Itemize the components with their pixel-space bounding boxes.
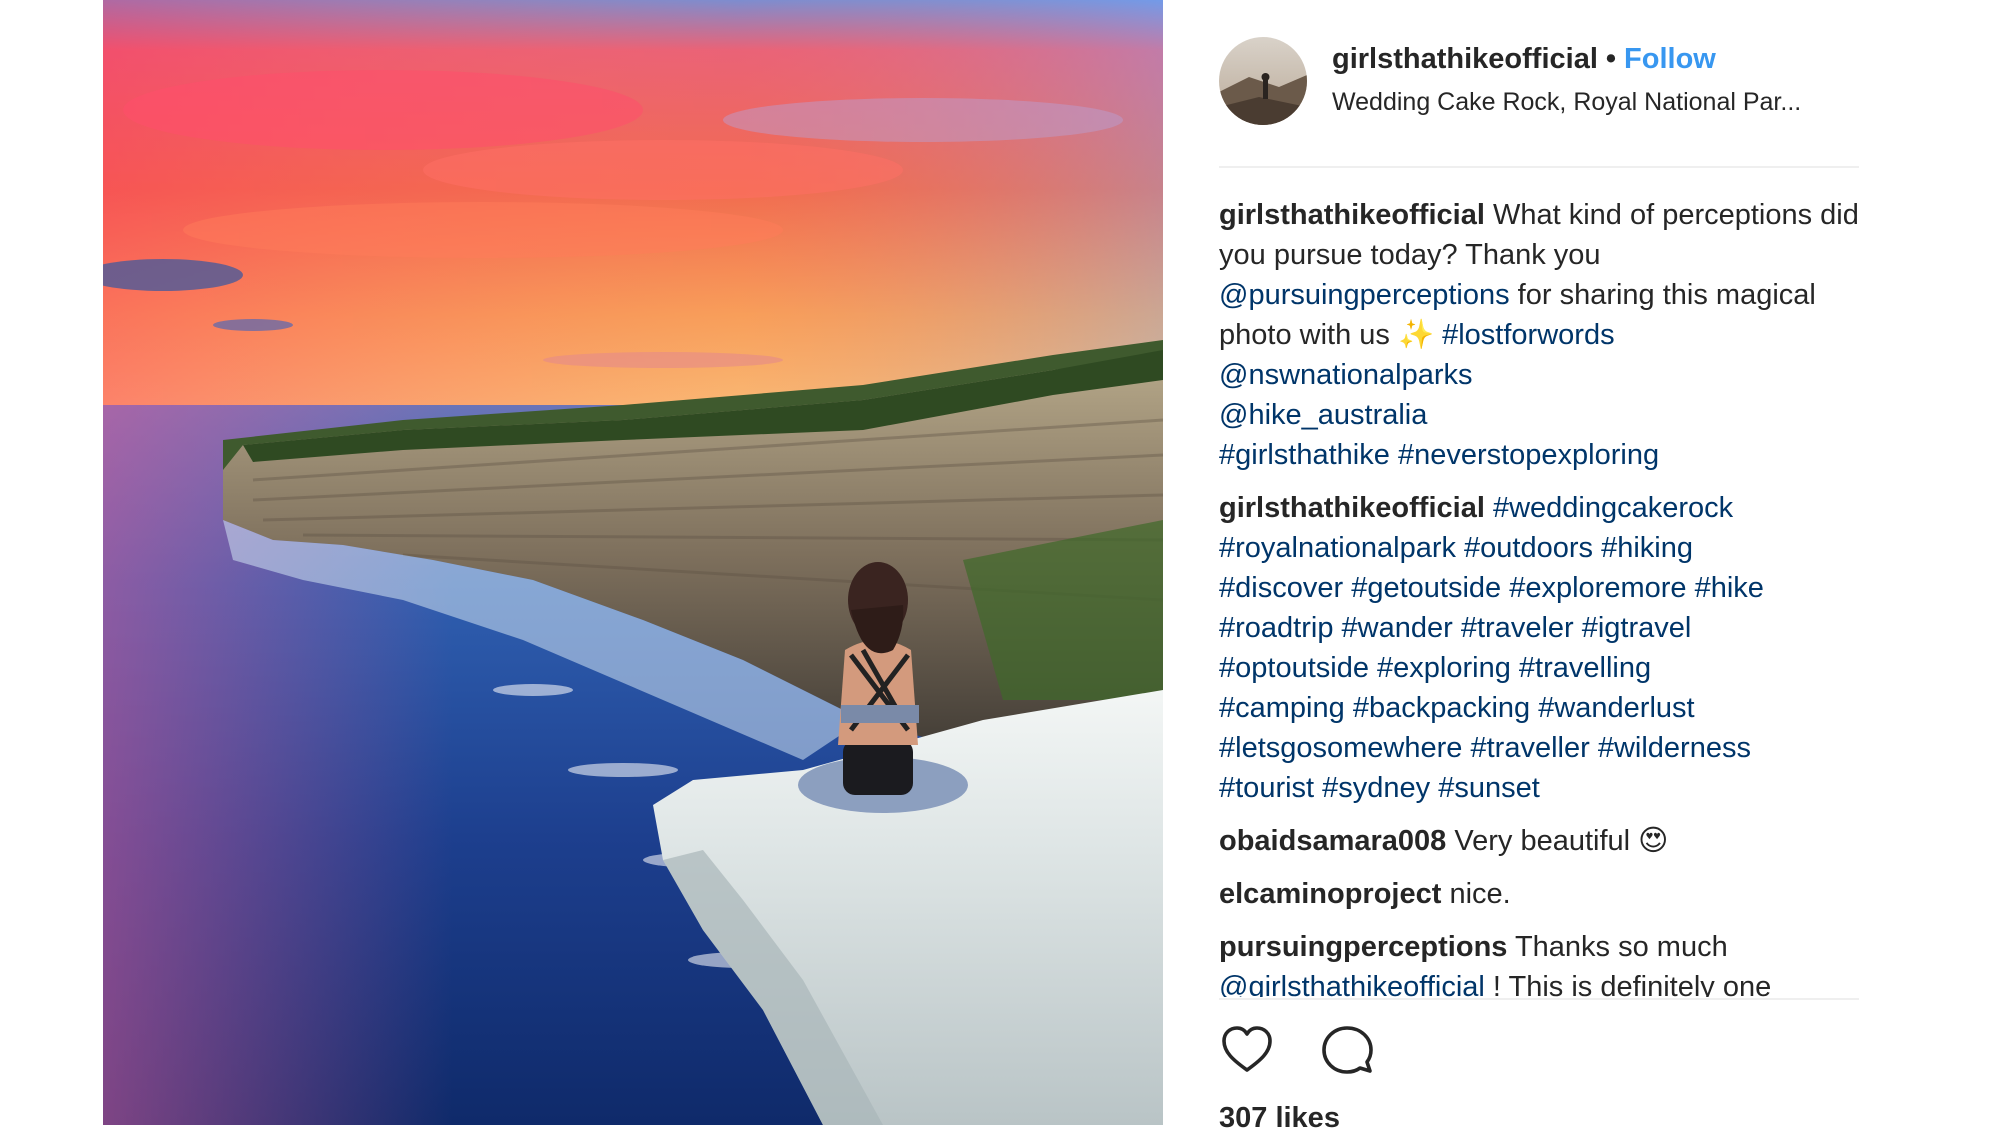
divider: [1219, 166, 1859, 168]
comment-text: [1530, 692, 1538, 724]
mention-link[interactable]: @nswnationalparks: [1219, 359, 1473, 391]
comment-text: [1687, 572, 1695, 604]
hashtag-link[interactable]: #hiking: [1601, 532, 1693, 564]
hashtag-link[interactable]: #letsgosomewhere: [1219, 732, 1462, 764]
comment-author-link[interactable]: girlsthathikeofficial: [1219, 199, 1485, 231]
comment-text: [1456, 532, 1464, 564]
comment-text: [1333, 612, 1341, 644]
hashtag-link[interactable]: #sunset: [1438, 772, 1540, 804]
comment-item: girlsthathikeofficial What kind of perce…: [1219, 195, 1869, 475]
post-photo[interactable]: [103, 0, 1163, 1125]
comment-text: [1590, 732, 1598, 764]
hashtag-link[interactable]: #outdoors: [1464, 532, 1593, 564]
cliff-sunset-photo: [103, 0, 1163, 1125]
comment-author-link[interactable]: girlsthathikeofficial: [1219, 492, 1485, 524]
likes-count[interactable]: 307 likes: [1219, 1102, 1340, 1135]
separator-dot: •: [1605, 43, 1617, 75]
hashtag-link[interactable]: #exploring: [1377, 652, 1511, 684]
hashtag-link[interactable]: #backpacking: [1353, 692, 1530, 724]
comment-text: [1453, 612, 1461, 644]
hashtag-link[interactable]: #hike: [1695, 572, 1764, 604]
follow-button[interactable]: Follow: [1624, 43, 1716, 75]
hashtag-link[interactable]: #getoutside: [1351, 572, 1501, 604]
location-link[interactable]: Wedding Cake Rock, Royal National Par...: [1332, 88, 1801, 117]
divider: [1219, 998, 1859, 1000]
post-details-panel: girlsthathikeofficial • Follow Wedding Cak…: [1163, 0, 2000, 1134]
comment-text: [1485, 492, 1493, 524]
post-header: girlsthathikeofficial • Follow Wedding Cak…: [1219, 37, 1859, 127]
comment-bubble-icon: [1322, 1026, 1373, 1074]
comments-list[interactable]: girlsthathikeofficial What kind of perce…: [1219, 195, 1869, 997]
comment-button[interactable]: [1319, 1022, 1375, 1078]
hashtag-link[interactable]: #wanderlust: [1538, 692, 1694, 724]
comment-text: [1593, 532, 1601, 564]
comment-text: [1574, 612, 1582, 644]
hashtag-link[interactable]: #discover: [1219, 572, 1343, 604]
comment-item: elcaminoproject nice.: [1219, 874, 1869, 914]
hashtag-link[interactable]: #weddingcakerock: [1493, 492, 1733, 524]
comment-item: pursuingperceptions Thanks so much @girl…: [1219, 927, 1869, 997]
mention-link[interactable]: @girlsthathikeofficial: [1219, 971, 1485, 997]
hashtag-link[interactable]: #lostforwords: [1442, 319, 1614, 351]
comment-text: Very beautiful 😍: [1446, 825, 1669, 857]
avatar[interactable]: [1219, 37, 1307, 125]
comment-text: [1314, 772, 1322, 804]
comment-item: obaidsamara008 Very beautiful 😍: [1219, 821, 1869, 861]
action-bar: [1219, 1022, 1859, 1082]
comment-author-link[interactable]: elcaminoproject: [1219, 878, 1441, 910]
hashtag-link[interactable]: #girlsthathike: [1219, 439, 1390, 471]
hashtag-link[interactable]: #wilderness: [1598, 732, 1751, 764]
hashtag-link[interactable]: #royalnationalpark: [1219, 532, 1456, 564]
mention-link[interactable]: @pursuingperceptions: [1219, 279, 1510, 311]
hashtag-link[interactable]: #neverstopexploring: [1398, 439, 1659, 471]
comment-text: [1390, 439, 1398, 471]
comment-text: [1345, 692, 1353, 724]
heart-outline-icon: [1222, 1026, 1272, 1072]
like-button[interactable]: [1219, 1022, 1275, 1078]
comment-text: Thanks so much: [1507, 931, 1728, 963]
comment-text: [1511, 652, 1519, 684]
hashtag-link[interactable]: #tourist: [1219, 772, 1314, 804]
hashtag-link[interactable]: #optoutside: [1219, 652, 1369, 684]
comment-text: ! This is definitely one: [1484, 971, 1772, 997]
comment-text: nice.: [1441, 878, 1511, 910]
username-link[interactable]: girlsthathikeofficial: [1332, 43, 1598, 75]
comment-author-link[interactable]: pursuingperceptions: [1219, 931, 1507, 963]
hashtag-link[interactable]: #traveller: [1470, 732, 1589, 764]
mention-link[interactable]: @hike_australia: [1219, 399, 1427, 431]
hashtag-link[interactable]: #roadtrip: [1219, 612, 1333, 644]
hashtag-link[interactable]: #camping: [1219, 692, 1345, 724]
comment-text: [1501, 572, 1509, 604]
comment-text: [1343, 572, 1351, 604]
comment-text: [1369, 652, 1377, 684]
hashtag-link[interactable]: #traveler: [1461, 612, 1574, 644]
hashtag-link[interactable]: #exploremore: [1509, 572, 1686, 604]
hashtag-link[interactable]: #wander: [1342, 612, 1453, 644]
hashtag-link[interactable]: #sydney: [1322, 772, 1430, 804]
comment-author-link[interactable]: obaidsamara008: [1219, 825, 1446, 857]
comment-item: girlsthathikeofficial #weddingcakerock #r…: [1219, 488, 1869, 808]
hashtag-link[interactable]: #travelling: [1519, 652, 1651, 684]
hashtag-link[interactable]: #igtravel: [1582, 612, 1692, 644]
